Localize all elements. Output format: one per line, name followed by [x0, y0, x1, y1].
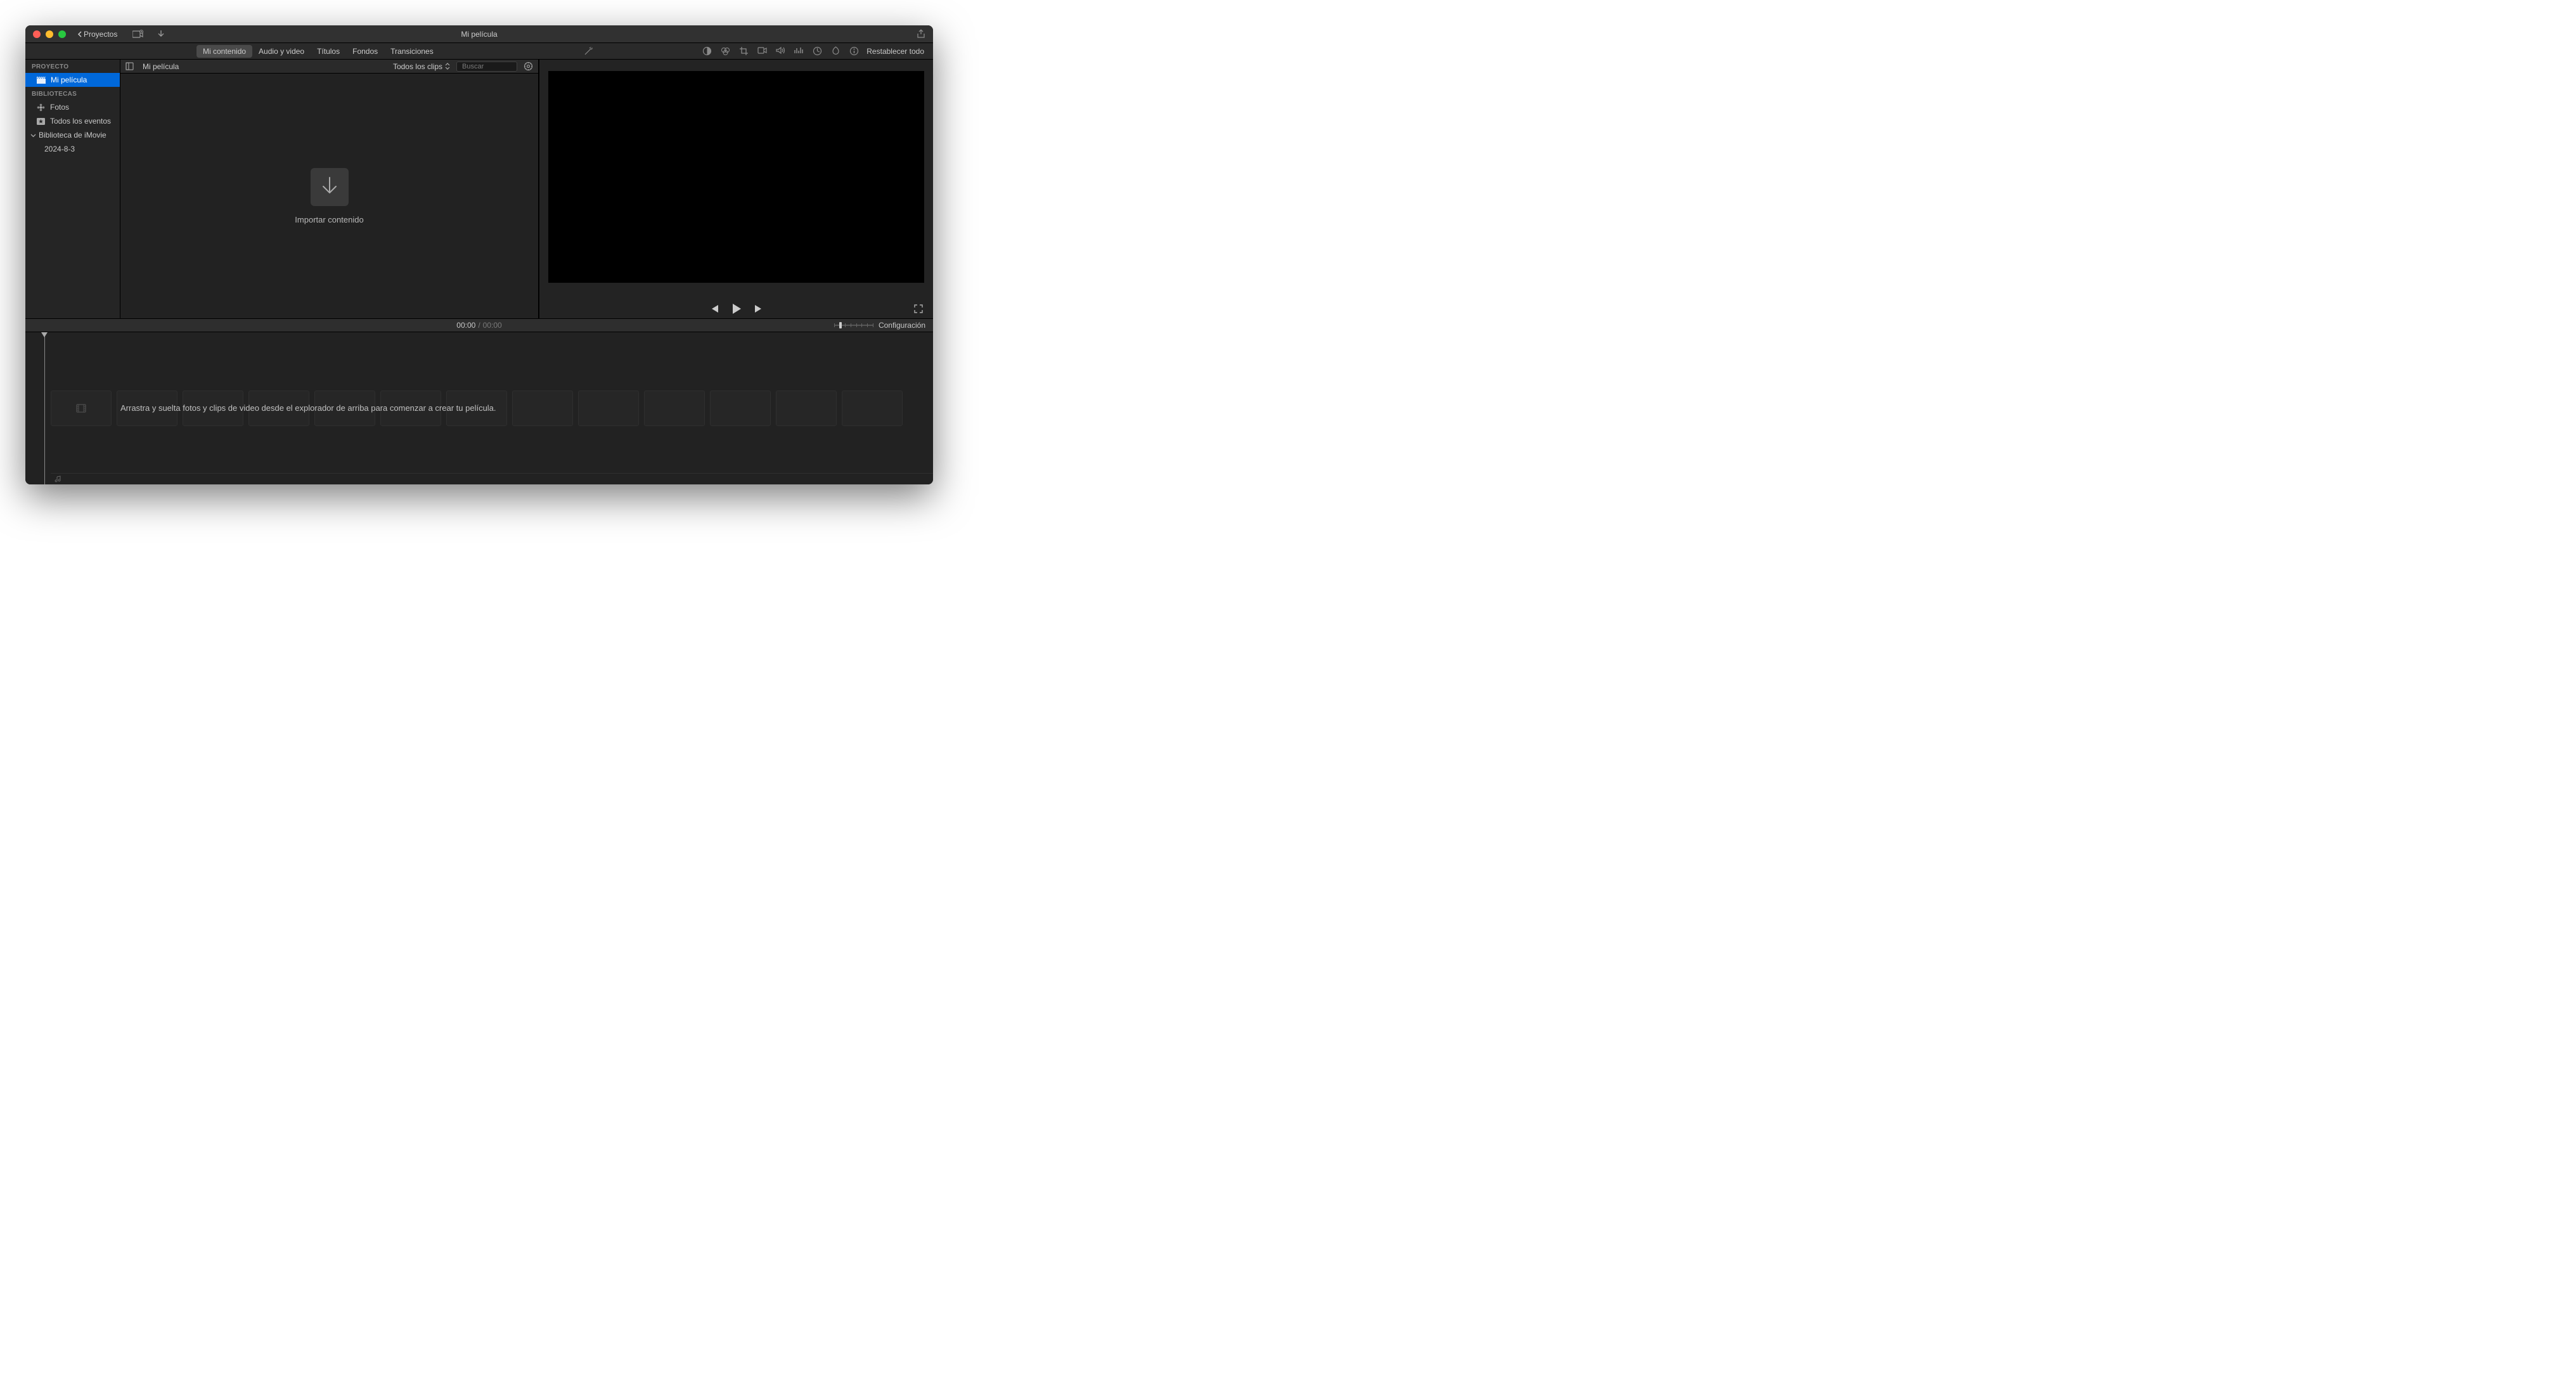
timeline-hint-text: Arrastra y suelta fotos y clips de video… [120, 403, 496, 413]
filmstrip-toggle-icon[interactable] [126, 62, 134, 70]
playback-controls [539, 299, 933, 318]
magic-wand-icon [583, 46, 593, 56]
clip-placeholder [842, 391, 903, 426]
chevron-left-icon [77, 31, 82, 37]
tab-transiciones[interactable]: Transiciones [384, 45, 440, 58]
clip-placeholder [710, 391, 771, 426]
play-button[interactable] [731, 303, 742, 314]
clip-placeholder [578, 391, 639, 426]
viewer-panel [539, 60, 933, 318]
tab-titulos[interactable]: Títulos [311, 45, 346, 58]
film-icon [76, 404, 86, 413]
download-arrow-icon [321, 176, 338, 198]
back-to-projects-button[interactable]: Proyectos [77, 30, 117, 39]
viewer-canvas-area [539, 60, 933, 299]
playhead[interactable] [44, 332, 45, 484]
sidebar-item-label: Biblioteca de iMovie [39, 131, 106, 139]
viewer-toolbar: Restablecer todo [574, 46, 933, 56]
sidebar-item-label: Todos los eventos [50, 117, 111, 126]
zoom-thumb[interactable] [839, 322, 842, 328]
timeline-settings-button[interactable]: Configuración [879, 321, 925, 330]
timeline-header: 00:00/00:00 Configuración [25, 318, 933, 332]
import-content-button[interactable] [311, 168, 349, 206]
up-down-chevron-icon [445, 63, 450, 70]
color-balance-icon[interactable] [702, 46, 712, 56]
main-area: PROYECTO Mi película BIBLIOTECAS Fotos T… [25, 60, 933, 318]
clip-placeholder [51, 391, 112, 426]
music-note-icon [55, 476, 62, 483]
photos-flower-icon [37, 103, 45, 112]
library-sidebar: PROYECTO Mi película BIBLIOTECAS Fotos T… [25, 60, 120, 318]
volume-icon[interactable] [776, 46, 785, 55]
secondary-toolbar: Mi contenido Audio y video Títulos Fondo… [25, 43, 933, 60]
imovie-window: Proyectos Mi película Mi contenido Audio… [25, 25, 933, 484]
clip-placeholder [644, 391, 705, 426]
minimize-window-button[interactable] [46, 30, 53, 38]
preview-canvas[interactable] [548, 71, 924, 283]
tab-mi-contenido[interactable]: Mi contenido [196, 45, 252, 58]
crop-icon[interactable] [739, 46, 749, 56]
window-title: Mi película [461, 30, 497, 39]
download-arrow-icon[interactable] [158, 30, 164, 39]
previous-frame-button[interactable] [709, 304, 719, 313]
share-icon [917, 29, 925, 39]
clip-placeholder [512, 391, 573, 426]
clapperboard-icon [37, 77, 46, 84]
sidebar-item-event-date[interactable]: 2024-8-3 [25, 142, 120, 156]
sidebar-header-bibliotecas: BIBLIOTECAS [25, 87, 120, 100]
timeline-header-right: Configuración [834, 321, 925, 330]
reset-all-button[interactable]: Restablecer todo [866, 47, 924, 56]
clip-filter-icon[interactable] [831, 46, 840, 56]
browser-body: Importar contenido [120, 74, 538, 318]
browser-title: Mi película [143, 62, 179, 71]
sidebar-item-imovie-library[interactable]: Biblioteca de iMovie [25, 128, 120, 142]
titlebar: Proyectos Mi película [25, 25, 933, 43]
timeline[interactable]: Arrastra y suelta fotos y clips de video… [25, 332, 933, 484]
current-time: 00:00 [456, 321, 475, 330]
sidebar-item-label: Mi película [51, 75, 87, 84]
sidebar-item-label: 2024-8-3 [44, 145, 75, 153]
traffic-lights [33, 30, 66, 38]
clip-placeholder [776, 391, 837, 426]
noise-reduction-icon[interactable] [794, 46, 804, 55]
import-content-label: Importar contenido [295, 215, 363, 224]
chevron-down-icon [30, 133, 36, 138]
clip-filter-label: Todos los clips [393, 62, 442, 71]
sidebar-item-label: Fotos [50, 103, 69, 112]
back-label: Proyectos [84, 30, 117, 39]
adjust-icons-group [702, 46, 859, 56]
fullscreen-icon [914, 304, 923, 313]
next-frame-button[interactable] [754, 304, 764, 313]
audio-track-row[interactable] [51, 473, 933, 484]
zoom-slider[interactable] [834, 322, 873, 328]
zoom-window-button[interactable] [58, 30, 66, 38]
search-field[interactable] [456, 62, 517, 72]
titlebar-icons [132, 30, 164, 39]
timecode-display: 00:00/00:00 [456, 321, 501, 330]
sidebar-item-project[interactable]: Mi película [25, 73, 120, 87]
clip-filter-dropdown[interactable]: Todos los clips [393, 62, 450, 71]
browser-settings-gear-icon[interactable] [524, 62, 533, 71]
total-duration: 00:00 [483, 321, 502, 330]
sidebar-header-proyecto: PROYECTO [25, 60, 120, 73]
color-correction-icon[interactable] [721, 46, 730, 56]
sidebar-item-fotos[interactable]: Fotos [25, 100, 120, 114]
enhance-wand-button[interactable] [583, 46, 593, 56]
share-button[interactable] [917, 29, 925, 39]
speed-icon[interactable] [813, 46, 822, 56]
star-box-icon [37, 118, 45, 125]
tab-audio-y-video[interactable]: Audio y video [252, 45, 311, 58]
info-icon[interactable] [849, 46, 859, 56]
media-browser: Mi película Todos los clips Importar con… [120, 60, 539, 318]
browser-tabs: Mi contenido Audio y video Títulos Fondo… [196, 45, 440, 58]
sidebar-item-all-events[interactable]: Todos los eventos [25, 114, 120, 128]
import-media-icon[interactable] [132, 30, 144, 39]
browser-header: Mi película Todos los clips [120, 60, 538, 74]
stabilization-icon[interactable] [757, 46, 767, 55]
close-window-button[interactable] [33, 30, 41, 38]
fullscreen-button[interactable] [914, 304, 923, 313]
tab-fondos[interactable]: Fondos [346, 45, 384, 58]
